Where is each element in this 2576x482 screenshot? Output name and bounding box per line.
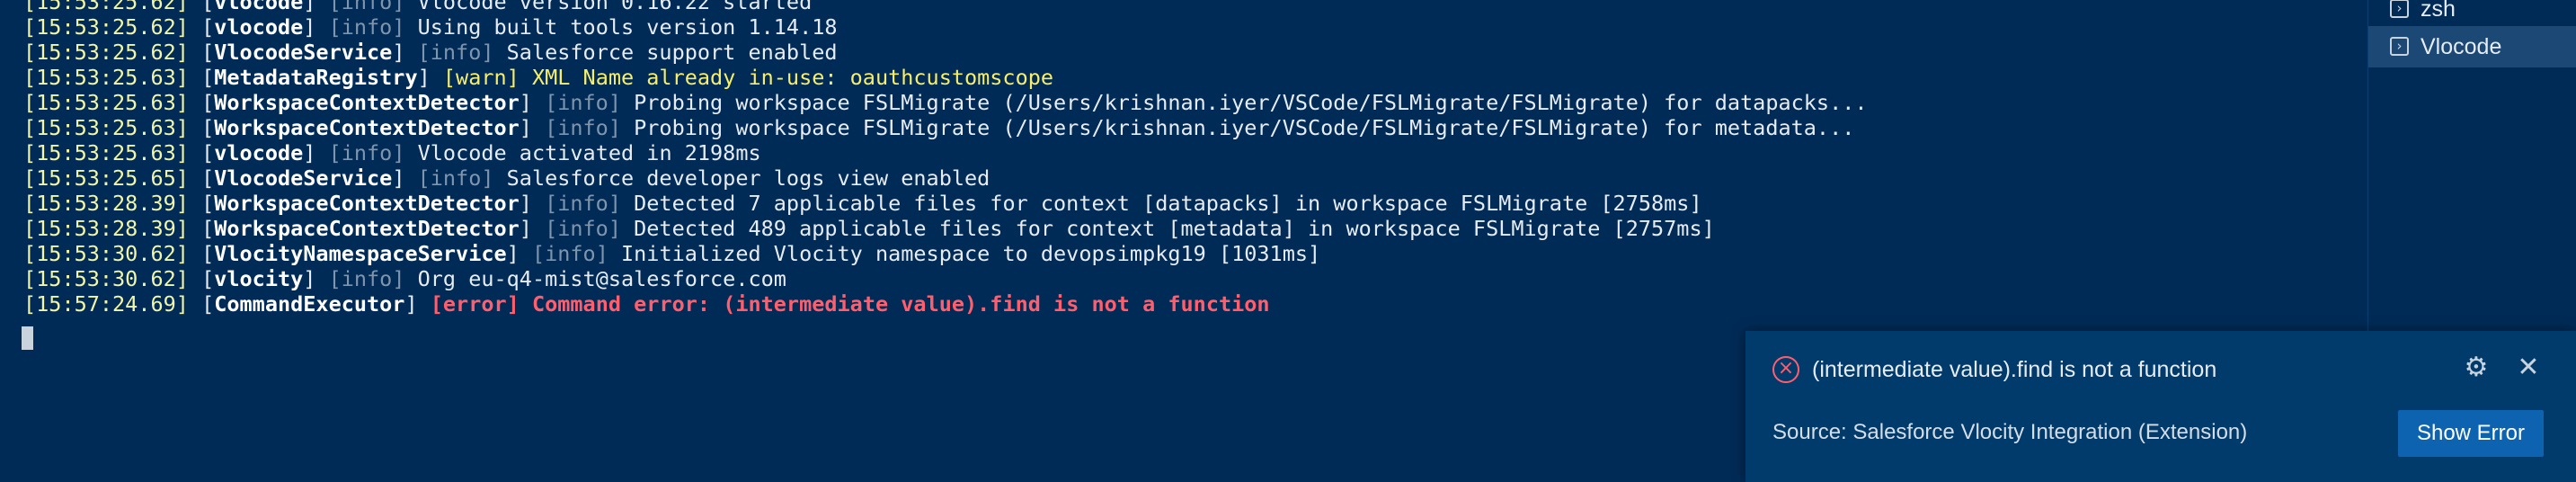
- terminal-item-vlocode[interactable]: › Vlocode: [2368, 26, 2576, 67]
- error-circle-icon: ×: [1772, 356, 1799, 383]
- log-line: [15:53:30.62] [VlocityNamespaceService] …: [23, 241, 1321, 266]
- log-source: WorkspaceContextDetector: [214, 115, 520, 140]
- log-source: vlocode: [214, 140, 304, 165]
- notification-message: (intermediate value).find is not a funct…: [1812, 357, 2217, 382]
- log-timestamp: [15:53:28.39]: [23, 191, 189, 216]
- terminal-cursor: [22, 326, 33, 350]
- log-message: Org eu-q4-mist@salesforce.com: [417, 266, 786, 291]
- log-level: [info]: [328, 14, 405, 40]
- log-message: Probing workspace FSLMigrate (/Users/kri…: [634, 115, 1855, 140]
- notification-source: Source: Salesforce Vlocity Integration (…: [1772, 420, 2248, 444]
- log-source: WorkspaceContextDetector: [214, 90, 520, 115]
- log-timestamp: [15:53:30.62]: [23, 266, 189, 291]
- log-line: [15:53:25.65] [VlocodeService] [info] Sa…: [23, 165, 990, 191]
- log-line: [15:53:28.39] [WorkspaceContextDetector]…: [23, 216, 1715, 241]
- log-source: VlocodeService: [214, 165, 393, 191]
- log-line: [15:53:25.62] [vlocode] [info] Using bui…: [23, 14, 838, 40]
- log-level: [info]: [328, 140, 405, 165]
- log-line: [15:53:25.62] [vlocode] [info] Vlocode v…: [23, 0, 1868, 14]
- log-message: Vlocode activated in 2198ms: [417, 140, 761, 165]
- log-message: Detected 7 applicable files for context …: [634, 191, 1702, 216]
- log-source: CommandExecutor: [214, 291, 405, 317]
- log-line: [15:53:28.39] [WorkspaceContextDetector]…: [23, 191, 1702, 216]
- log-level: [info]: [417, 165, 494, 191]
- log-line: [15:57:24.69] [CommandExecutor] [error] …: [23, 291, 1270, 317]
- log-level: [error]: [430, 291, 520, 317]
- log-source: vlocity: [214, 266, 304, 291]
- log-line: [15:53:25.63] [MetadataRegistry] [warn] …: [23, 65, 1054, 90]
- log-level: [info]: [328, 266, 405, 291]
- log-source: WorkspaceContextDetector: [214, 216, 520, 241]
- log-message: Initialized Vlocity namespace to devopsi…: [621, 241, 1321, 266]
- log-source: VlocityNamespaceService: [214, 241, 507, 266]
- log-timestamp: [15:53:25.63]: [23, 90, 189, 115]
- log-timestamp: [15:53:28.39]: [23, 216, 189, 241]
- log-line: [15:53:25.62] [VlocodeService] [info] Sa…: [23, 40, 838, 65]
- log-timestamp: [15:53:25.62]: [23, 14, 189, 40]
- log-timestamp: [15:57:24.69]: [23, 291, 189, 317]
- log-level: [info]: [328, 0, 405, 14]
- terminal-icon: ›: [2390, 37, 2409, 56]
- log-level: [info]: [545, 191, 621, 216]
- terminal-item-label: zsh: [2421, 0, 2456, 22]
- log-message: Vlocode version 0.16.22 started: [417, 0, 813, 14]
- log-timestamp: [15:53:25.62]: [23, 0, 189, 14]
- log-line: [15:53:25.63] [WorkspaceContextDetector]…: [23, 90, 1868, 115]
- log-line: [15:53:25.63] [vlocode] [info] Vlocode a…: [23, 140, 761, 165]
- log-source: vlocode: [214, 14, 304, 40]
- error-notification: × (intermediate value).find is not a fun…: [1745, 331, 2576, 482]
- log-line: [15:53:30.62] [vlocity] [info] Org eu-q4…: [23, 266, 786, 291]
- show-error-button[interactable]: Show Error: [2398, 410, 2544, 457]
- log-level: [info]: [545, 115, 621, 140]
- gear-icon[interactable]: ⚙: [2461, 353, 2492, 383]
- log-message: Probing workspace FSLMigrate (/Users/kri…: [634, 90, 1868, 115]
- log-line: [15:53:25.63] [WorkspaceContextDetector]…: [23, 115, 1855, 140]
- log-level: [info]: [545, 90, 621, 115]
- log-source: vlocode: [214, 0, 304, 14]
- log-timestamp: [15:53:30.62]: [23, 241, 189, 266]
- log-message: XML Name already in-use: oauthcustomscop…: [531, 65, 1054, 90]
- log-message: Salesforce support enabled: [506, 40, 838, 65]
- terminal-icon: ›: [2390, 0, 2409, 18]
- log-message: Using built tools version 1.14.18: [417, 14, 838, 40]
- log-timestamp: [15:53:25.63]: [23, 65, 189, 90]
- log-timestamp: [15:53:25.65]: [23, 165, 189, 191]
- log-message: Command error: (intermediate value).find…: [531, 291, 1270, 317]
- log-source: WorkspaceContextDetector: [214, 191, 520, 216]
- close-icon[interactable]: ✕: [2513, 353, 2544, 383]
- log-timestamp: [15:53:25.62]: [23, 40, 189, 65]
- log-level: [info]: [545, 216, 621, 241]
- terminal-item-label: Vlocode: [2421, 34, 2502, 59]
- log-message: Salesforce developer logs view enabled: [506, 165, 990, 191]
- log-message: Detected 489 applicable files for contex…: [634, 216, 1715, 241]
- log-lines: [15:53:25.62] [vlocode] [info] Vlocode v…: [23, 0, 1868, 317]
- log-timestamp: [15:53:25.63]: [23, 140, 189, 165]
- log-level: [info]: [531, 241, 608, 266]
- log-source: VlocodeService: [214, 40, 393, 65]
- log-source: MetadataRegistry: [214, 65, 418, 90]
- log-level: [info]: [417, 40, 494, 65]
- log-timestamp: [15:53:25.63]: [23, 115, 189, 140]
- log-level: [warn]: [442, 65, 520, 90]
